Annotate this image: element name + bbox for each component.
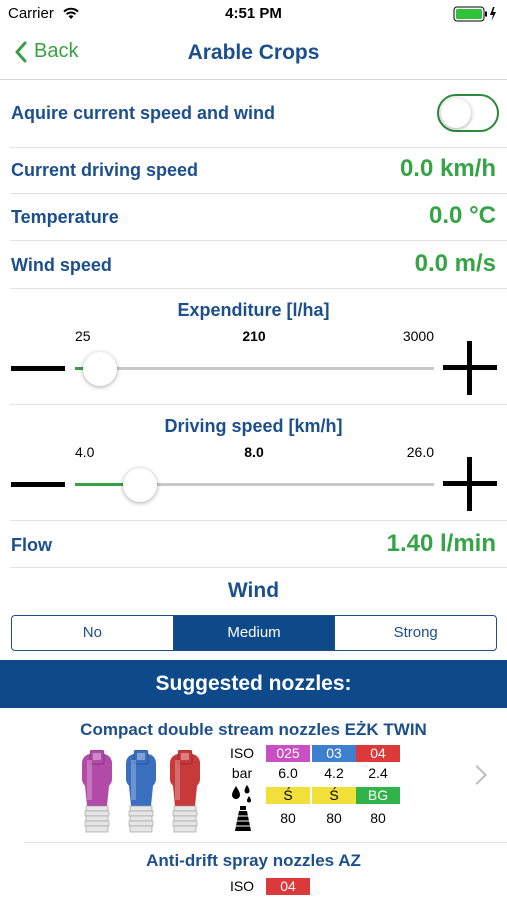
suggested-nozzles-header: Suggested nozzles: [0,660,507,708]
wind-option-strong[interactable]: Strong [335,616,496,650]
drift-value: 80 [280,810,296,826]
wind-option-no[interactable]: No [12,616,174,650]
nozzle-list-item[interactable]: Anti-drift spray nozzles AZ ISO 04 [0,843,507,900]
iso-badge: 03 [312,745,356,762]
drift-value: 80 [370,810,386,826]
bar-value: 4.2 [324,765,344,781]
status-time: 4:51 PM [225,5,282,22]
wind-option-medium[interactable]: Medium [173,616,336,650]
row-divider [10,240,507,241]
page-title: Arable Crops [187,41,320,64]
expenditure-max: 3000 [402,328,434,344]
driving-speed-increase-button[interactable] [443,457,497,511]
droplet-class-badge: Ś [266,787,310,804]
iso-label: ISO [229,878,255,894]
wind-title: Wind [227,579,280,602]
wind-segmented-control: No Medium Strong [11,615,497,651]
drift-value: 80 [326,810,342,826]
row-divider [10,288,507,289]
nozzle-name: Anti-drift spray nozzles AZ [146,851,361,870]
droplet-size-icon [232,785,251,803]
nozzle-image [82,750,200,833]
row-divider [10,520,507,521]
driving-speed-min: 4.0 [75,444,95,460]
droplet-class-badge: BG [356,787,400,804]
battery-icon [453,6,496,22]
nozzle-tip [126,750,156,833]
wind-speed-label: Wind speed [11,255,112,275]
expenditure-increase-button[interactable] [443,341,497,395]
nozzle-list-item[interactable]: Compact double stream nozzles EŻK TWIN I… [0,708,507,840]
bar-value: 6.0 [278,765,298,781]
bar-value: 2.4 [368,765,388,781]
expenditure-slider-thumb[interactable] [83,352,118,386]
acquire-toggle[interactable] [437,94,499,132]
driving-speed-decrease-button[interactable] [11,482,65,487]
driving-speed-title: Driving speed [km/h] [164,416,343,436]
drift-reduction-icon [235,806,251,831]
row-divider [10,193,507,194]
navigation-bar: Back Arable Crops [0,30,507,78]
flow-label: Flow [11,535,52,555]
expenditure-slider-track[interactable] [75,367,434,370]
current-speed-value: 0.0 km/h [399,155,496,182]
temperature-value: 0.0 °C [429,202,496,229]
expenditure-min: 25 [75,328,91,344]
driving-speed-slider-thumb[interactable] [122,468,157,502]
status-bar: Carrier 4:51 PM [0,0,507,30]
nozzle-tip [82,750,112,833]
driving-speed-max: 26.0 [406,444,434,460]
flow-value: 1.40 l/min [386,530,496,557]
droplet-class-badge: Ś [312,787,356,804]
acquire-label: Aquire current speed and wind [11,103,276,123]
row-divider [10,147,507,148]
bar-label: bar [231,765,253,781]
expenditure-title: Expenditure [l/ha] [177,300,330,320]
driving-speed-current: 8.0 [244,444,264,460]
iso-label: ISO [229,745,255,761]
current-speed-label: Current driving speed [11,160,199,180]
nozzle-name: Compact double stream nozzles EŻK TWIN [80,720,427,739]
nav-divider [0,79,507,80]
chevron-right-icon [467,765,487,785]
temperature-label: Temperature [11,207,119,227]
row-divider [10,404,507,405]
expenditure-current: 210 [242,328,266,344]
iso-badge: 04 [356,745,400,762]
iso-badge: 04 [266,878,310,895]
row-divider [10,567,507,568]
wind-speed-value: 0.0 m/s [414,250,496,277]
plus-icon [467,341,472,395]
toggle-knob [441,98,471,128]
iso-badge: 025 [266,745,310,762]
nozzle-tip [170,750,200,833]
expenditure-decrease-button[interactable] [11,366,65,371]
plus-icon [467,457,472,511]
